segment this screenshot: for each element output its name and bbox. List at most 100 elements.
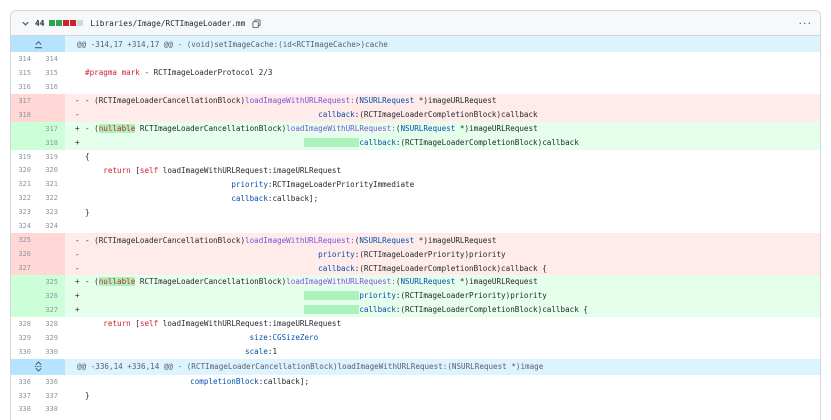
new-line-number[interactable]: 315	[38, 66, 65, 80]
context-line: 336 336 completionBlock:callback];	[11, 375, 820, 389]
new-line-number[interactable]: 321	[38, 177, 65, 191]
new-line-number[interactable]: 319	[38, 150, 65, 164]
new-line-number[interactable]: 338	[38, 403, 65, 417]
old-line-number[interactable]: 320	[11, 164, 38, 178]
diff-marker: +	[75, 124, 80, 134]
old-line-number[interactable]: 314	[11, 52, 38, 66]
new-line-number[interactable]: 320	[38, 164, 65, 178]
old-line-number[interactable]: 337	[11, 389, 38, 403]
deleted-line: 327 - callback:(RCTImageLoaderCompletionB…	[11, 261, 820, 275]
old-line-number[interactable]: 322	[11, 191, 38, 205]
new-line-number[interactable]: 326	[38, 288, 65, 303]
new-line-number[interactable]: 327	[38, 302, 65, 317]
code-text: priority:(RCTImageLoaderPriority)priorit…	[85, 291, 547, 301]
expand-up-icon[interactable]	[11, 36, 65, 52]
old-line-number[interactable]: 336	[11, 375, 38, 389]
new-line-number[interactable]	[38, 93, 65, 108]
old-line-number[interactable]: 318	[11, 107, 38, 122]
diff-marker: +	[75, 138, 80, 148]
code-line: -- (RCTImageLoaderCancellationBlock)load…	[65, 233, 820, 247]
old-line-number[interactable]: 316	[11, 80, 38, 94]
diff-marker	[75, 208, 85, 217]
new-line-number[interactable]: 328	[38, 317, 65, 331]
new-line-number[interactable]: 329	[38, 331, 65, 345]
old-line-number[interactable]: 330	[11, 345, 38, 359]
old-line-number[interactable]: 321	[11, 177, 38, 191]
old-line-number[interactable]: 324	[11, 219, 38, 233]
new-line-number[interactable]: 318	[38, 135, 65, 150]
diff-marker	[75, 222, 85, 231]
new-line-number[interactable]: 322	[38, 191, 65, 205]
code-text: callback:(RCTImageLoaderCompletionBlock)…	[85, 138, 579, 148]
old-line-number[interactable]: 319	[11, 150, 38, 164]
old-line-number[interactable]: 315	[11, 66, 38, 80]
diff-marker	[75, 319, 85, 328]
code-line: + - (nullable RCTImageLoaderCancellationB…	[65, 275, 820, 289]
old-line-number[interactable]	[11, 135, 38, 150]
code-line: + callback:(RCTImageLoaderCompletionBloc…	[65, 303, 820, 317]
new-line-number[interactable]	[38, 247, 65, 262]
new-line-number[interactable]: 316	[38, 80, 65, 94]
context-line: 337 337 }	[11, 389, 820, 403]
new-line-number[interactable]: 336	[38, 375, 65, 389]
old-line-number[interactable]: 326	[11, 247, 38, 262]
context-line: 315 315 #pragma mark - RCTImageLoaderProt…	[11, 66, 820, 80]
new-line-number[interactable]: 323	[38, 205, 65, 219]
context-line: 322 322 callback:callback];	[11, 191, 820, 205]
diffstat-block	[56, 20, 63, 26]
code-line: completionBlock:callback];	[65, 375, 820, 389]
old-line-number[interactable]	[11, 288, 38, 303]
old-line-number[interactable]	[11, 302, 38, 317]
new-line-number[interactable]	[38, 233, 65, 248]
hunk-header: @@ -336,14 +336,14 @@ - (RCTImageLoaderC…	[11, 358, 820, 375]
code-text: return [self loadImageWithURLRequest:ima…	[103, 319, 342, 329]
diff-marker	[75, 166, 85, 175]
code-line: -- (RCTImageLoaderCancellationBlock)load…	[65, 94, 820, 108]
new-line-number[interactable]: 314	[38, 52, 65, 66]
chevron-down-icon[interactable]	[19, 19, 31, 28]
code-text: callback:(RCTImageLoaderCompletionBlock)…	[318, 263, 547, 273]
old-line-number[interactable]: 323	[11, 205, 38, 219]
new-line-number[interactable]: 325	[38, 275, 65, 289]
diff-marker: +	[75, 305, 80, 315]
old-line-number[interactable]	[11, 121, 38, 136]
new-line-number[interactable]: 337	[38, 389, 65, 403]
code-text: callback:(RCTImageLoaderCompletionBlock)…	[318, 110, 538, 120]
diff-marker	[75, 180, 85, 189]
old-line-number[interactable]: 317	[11, 93, 38, 108]
code-line	[65, 80, 820, 94]
code-line: scale:1	[65, 345, 820, 359]
new-line-number[interactable]	[38, 107, 65, 122]
copy-icon[interactable]	[251, 18, 261, 28]
diff-marker	[75, 68, 85, 77]
diff-marker	[75, 405, 85, 414]
code-line: callback:callback];	[65, 191, 820, 205]
context-line: 321 321 priority:RCTImageLoaderPriorityIm…	[11, 177, 820, 191]
context-line: 319 319 {	[11, 150, 820, 164]
old-line-number[interactable]: 338	[11, 403, 38, 417]
new-line-number[interactable]: 317	[38, 121, 65, 136]
diff-marker: -	[75, 96, 80, 106]
code-line: {	[65, 150, 820, 164]
added-line: 325 + - (nullable RCTImageLoaderCancellati…	[11, 275, 820, 289]
code-text: scale:1	[245, 347, 278, 357]
more-options-icon[interactable]: ···	[799, 17, 813, 30]
deleted-line: 325 - - (RCTImageLoaderCancellationBlock)l…	[11, 233, 820, 248]
context-line: 338 338	[11, 403, 820, 417]
code-line: #pragma mark - RCTImageLoaderProtocol 2/…	[65, 66, 820, 80]
file-path[interactable]: Libraries/Image/RCTImageLoader.mm	[90, 19, 245, 28]
code-text: #pragma mark - RCTImageLoaderProtocol 2/…	[85, 68, 273, 78]
old-line-number[interactable]: 327	[11, 261, 38, 275]
expand-both-icon[interactable]	[11, 358, 65, 375]
old-line-number[interactable]	[11, 275, 38, 289]
new-line-number[interactable]	[38, 261, 65, 275]
code-text: priority:RCTImageLoaderPriorityImmediate	[231, 179, 415, 189]
diff-marker: +	[75, 277, 80, 287]
old-line-number[interactable]: 329	[11, 331, 38, 345]
old-line-number[interactable]: 325	[11, 233, 38, 248]
added-line: 317 + - (nullable RCTImageLoaderCancellati…	[11, 121, 820, 136]
old-line-number[interactable]: 328	[11, 317, 38, 331]
diff-marker: -	[75, 249, 80, 259]
new-line-number[interactable]: 330	[38, 345, 65, 359]
new-line-number[interactable]: 324	[38, 219, 65, 233]
